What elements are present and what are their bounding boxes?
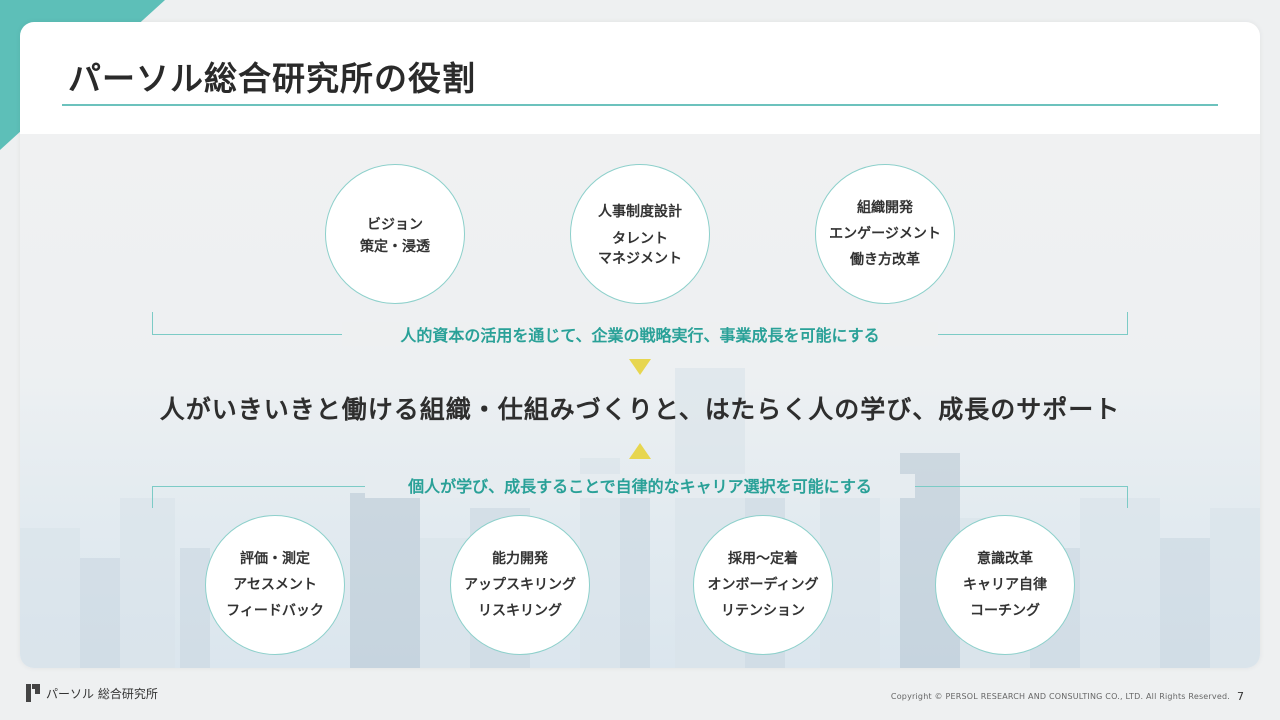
footer-logo: パーソル 総合研究所 bbox=[26, 684, 158, 702]
circle-line: アセスメント bbox=[233, 577, 317, 593]
bottom-bracket-label: 個人が学び、成長することで自律的なキャリア選択を可能にする bbox=[408, 477, 872, 496]
circle-line: オンボーディング bbox=[707, 577, 819, 593]
circle-line: タレント bbox=[612, 231, 668, 247]
page-title: パーソル総合研究所の役割 bbox=[68, 59, 476, 98]
circle-line: リスキリング bbox=[478, 603, 562, 619]
page-number: 7 bbox=[1237, 690, 1244, 703]
circle-line: コーチング bbox=[970, 603, 1040, 619]
circle-line: ビジョン bbox=[367, 217, 423, 233]
circle-line: 人事制度設計 bbox=[598, 204, 682, 220]
circle-line: 意識改革 bbox=[977, 551, 1033, 567]
persol-logo-icon bbox=[26, 684, 40, 702]
circle-line: 能力開発 bbox=[492, 551, 548, 567]
circle-line: 働き方改革 bbox=[850, 252, 920, 268]
circle-line: リテンション bbox=[721, 603, 805, 619]
up-triangle-icon bbox=[629, 443, 651, 459]
circle-line: エンゲージメント bbox=[829, 226, 941, 242]
circle-line: キャリア自律 bbox=[963, 577, 1047, 593]
circle-line: 採用〜定着 bbox=[728, 551, 798, 567]
circle-skill-development: 能力開発 アップスキリング リスキリング bbox=[450, 515, 590, 655]
circle-assessment: 評価・測定 アセスメント フィードバック bbox=[205, 515, 345, 655]
circle-line: マネジメント bbox=[598, 251, 682, 267]
title-underline bbox=[62, 104, 1218, 106]
slide: パーソル総合研究所の役割 ビジョン 策定・浸透 人事制度設計 タレント マネジメ… bbox=[0, 0, 1280, 720]
content-card: パーソル総合研究所の役割 ビジョン 策定・浸透 人事制度設計 タレント マネジメ… bbox=[20, 22, 1260, 668]
top-bracket-label: 人的資本の活用を通じて、企業の戦略実行、事業成長を可能にする bbox=[400, 326, 880, 345]
circle-hr-system: 人事制度設計 タレント マネジメント bbox=[570, 164, 710, 304]
circle-line: 策定・浸透 bbox=[360, 239, 430, 255]
circle-line: 組織開発 bbox=[857, 200, 913, 216]
circle-org-development: 組織開発 エンゲージメント 働き方改革 bbox=[815, 164, 955, 304]
circle-line: 評価・測定 bbox=[240, 551, 310, 567]
circle-vision: ビジョン 策定・浸透 bbox=[325, 164, 465, 304]
copyright-text: Copyright © PERSOL RESEARCH AND CONSULTI… bbox=[890, 692, 1230, 701]
circle-line: フィードバック bbox=[226, 603, 324, 619]
center-message: 人がいきいきと働ける組織・仕組みづくりと、はたらく人の学び、成長のサポート bbox=[159, 395, 1121, 424]
circle-recruitment: 採用〜定着 オンボーディング リテンション bbox=[693, 515, 833, 655]
circle-mindset-reform: 意識改革 キャリア自律 コーチング bbox=[935, 515, 1075, 655]
footer-brand: パーソル 総合研究所 bbox=[46, 686, 158, 701]
down-triangle-icon bbox=[629, 359, 651, 375]
circle-line: アップスキリング bbox=[464, 577, 576, 593]
